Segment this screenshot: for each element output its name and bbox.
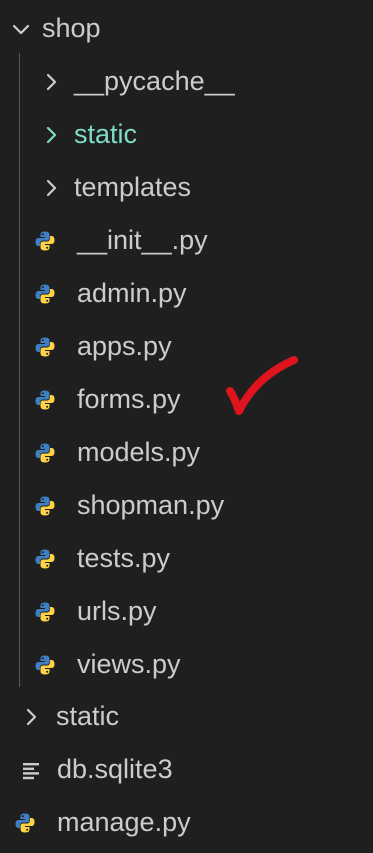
folder-shop[interactable]: shop xyxy=(0,2,373,55)
folder-pycache[interactable]: __pycache__ xyxy=(0,55,373,108)
file-manage-py[interactable]: manage.py xyxy=(0,796,373,849)
chevron-right-icon[interactable] xyxy=(40,177,62,199)
file-explorer: shop __pycache__ static templates __init… xyxy=(0,0,373,853)
folder-label: templates xyxy=(74,172,192,202)
chevron-right-icon[interactable] xyxy=(40,124,62,146)
file-label: db.sqlite3 xyxy=(57,754,173,784)
file-urls-py[interactable]: urls.py xyxy=(0,585,373,638)
folder-label: static xyxy=(74,119,138,149)
file-admin-py[interactable]: admin.py xyxy=(0,267,373,320)
python-file-icon xyxy=(34,654,56,676)
file-label: models.py xyxy=(77,437,201,467)
file-label: views.py xyxy=(77,649,181,679)
chevron-right-icon[interactable] xyxy=(40,71,62,93)
file-label: admin.py xyxy=(77,278,187,308)
file-shopman-py[interactable]: shopman.py xyxy=(0,479,373,532)
file-label: apps.py xyxy=(77,331,172,361)
file-label: forms.py xyxy=(77,384,181,414)
python-file-icon xyxy=(34,230,56,252)
file-forms-py[interactable]: forms.py xyxy=(0,373,373,426)
python-file-icon xyxy=(34,283,56,305)
python-file-icon xyxy=(34,336,56,358)
file-label: urls.py xyxy=(77,596,157,626)
file-label: shopman.py xyxy=(77,490,225,520)
folder-static-root[interactable]: static xyxy=(0,690,373,743)
file-db-sqlite3[interactable]: db.sqlite3 xyxy=(0,743,373,796)
folder-static[interactable]: static xyxy=(0,108,373,161)
chevron-down-icon[interactable] xyxy=(10,18,32,40)
file-models-py[interactable]: models.py xyxy=(0,426,373,479)
file-label: tests.py xyxy=(77,543,171,573)
python-file-icon xyxy=(34,548,56,570)
file-label: manage.py xyxy=(57,807,191,837)
python-file-icon xyxy=(34,495,56,517)
file-views-py[interactable]: views.py xyxy=(0,638,373,691)
folder-templates[interactable]: templates xyxy=(0,161,373,214)
python-file-icon xyxy=(34,442,56,464)
file-init-py[interactable]: __init__.py xyxy=(0,214,373,267)
red-checkmark-icon xyxy=(224,353,300,419)
python-file-icon xyxy=(34,389,56,411)
file-label: __init__.py xyxy=(77,225,208,255)
file-tests-py[interactable]: tests.py xyxy=(0,532,373,585)
folder-label: shop xyxy=(42,13,101,43)
folder-label: __pycache__ xyxy=(74,66,235,96)
chevron-right-icon[interactable] xyxy=(20,706,42,728)
python-file-icon xyxy=(34,601,56,623)
folder-label: static xyxy=(56,701,120,731)
python-file-icon xyxy=(14,812,36,834)
file-apps-py[interactable]: apps.py xyxy=(0,320,373,373)
text-file-icon xyxy=(20,759,42,781)
